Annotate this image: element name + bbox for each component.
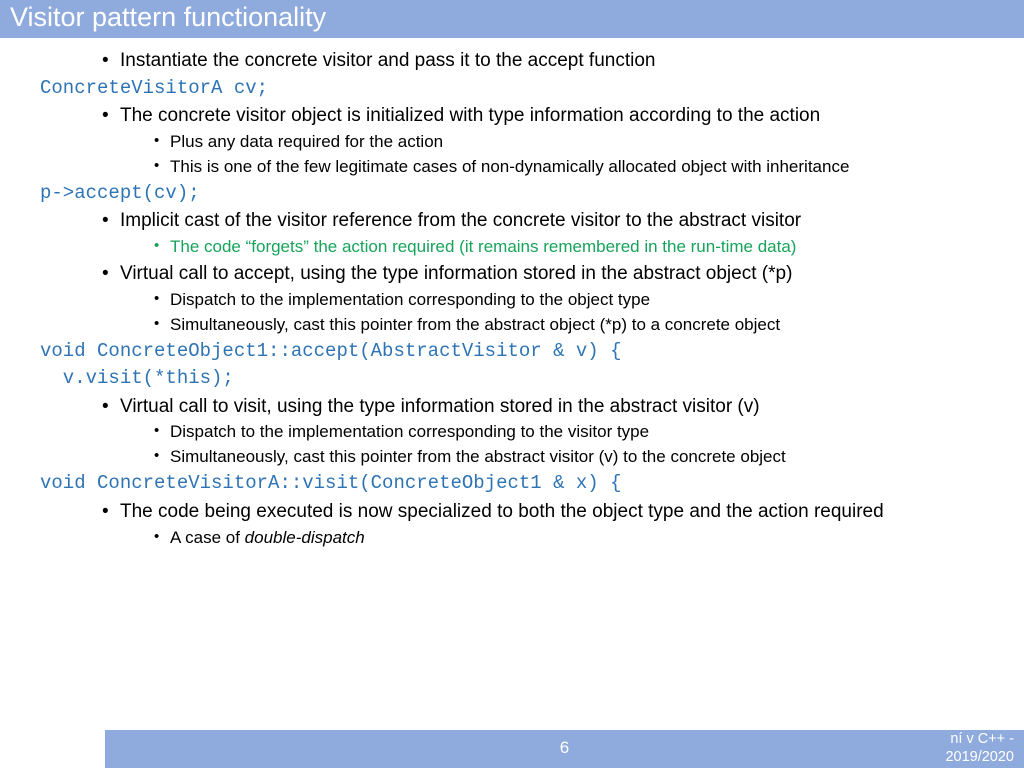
bullet-l2: Dispatch to the implementation correspon… <box>170 289 994 312</box>
bullet-l2: This is one of the few legitimate cases … <box>170 156 994 179</box>
bullet-l2-highlight: The code “forgets” the action required (… <box>170 236 994 259</box>
slide-title: Visitor pattern functionality <box>0 0 1024 38</box>
slide: Visitor pattern functionality Instantiat… <box>0 0 1024 768</box>
bullet-l2: A case of double-dispatch <box>170 527 994 550</box>
bullet-l1: Virtual call to visit, using the type in… <box>120 394 994 420</box>
code-line: void ConcreteVisitorA::visit(ConcreteObj… <box>40 471 994 497</box>
course-label: ní v C++ - 2019/2020 <box>945 730 1014 766</box>
bullet-l1: The concrete visitor object is initializ… <box>120 103 994 129</box>
course-line: 2019/2020 <box>945 748 1014 766</box>
code-line: v.visit(*this); <box>40 366 994 392</box>
bullet-l2: Simultaneously, cast this pointer from t… <box>170 314 994 337</box>
bullet-l2: Plus any data required for the action <box>170 131 994 154</box>
bullet-l1: The code being executed is now specializ… <box>120 499 994 525</box>
footer-bar: 6 ní v C++ - 2019/2020 <box>105 730 1024 768</box>
bullet-l1: Virtual call to accept, using the type i… <box>120 261 994 287</box>
course-line: ní v C++ - <box>945 730 1014 748</box>
code-line: p->accept(cv); <box>40 181 994 207</box>
page-number: 6 <box>105 738 1024 758</box>
bullet-l2: Dispatch to the implementation correspon… <box>170 421 994 444</box>
bullet-l1: Implicit cast of the visitor reference f… <box>120 208 994 234</box>
text: A case of <box>170 528 245 547</box>
bullet-l2: Simultaneously, cast this pointer from t… <box>170 446 994 469</box>
bullet-l1: Instantiate the concrete visitor and pas… <box>120 48 994 74</box>
code-line: ConcreteVisitorA cv; <box>40 76 994 102</box>
italic-text: double-dispatch <box>245 528 365 547</box>
code-line: void ConcreteObject1::accept(AbstractVis… <box>40 339 994 365</box>
slide-body: Instantiate the concrete visitor and pas… <box>40 48 994 552</box>
